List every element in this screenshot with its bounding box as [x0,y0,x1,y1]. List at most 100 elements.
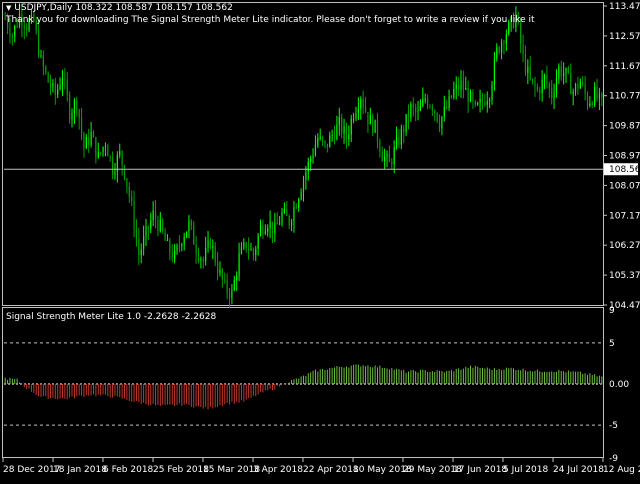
candle-body [47,72,49,83]
candle-body [355,112,357,119]
candle-body [78,109,80,118]
candle-body [150,220,152,229]
candle-body [290,221,293,226]
candle-body [245,242,247,249]
candle-body [128,186,130,197]
candle-body [331,134,333,136]
candle-body [469,92,472,102]
indicator-axis-label: 0.00 [609,380,629,390]
candle-body [317,138,319,146]
candle-body [522,43,524,54]
candle-body [143,236,145,250]
candle-body [345,126,348,140]
candle-body [598,93,601,99]
candle-body [541,79,543,94]
candle-body [209,240,212,248]
candle-body [601,93,603,98]
candle-body [479,99,481,104]
candle-body [169,240,171,253]
candle-body [307,161,309,172]
candle-body [271,221,274,234]
candle-body [324,140,326,144]
candle-body [405,113,407,133]
candle-body [288,215,290,226]
candle-body [426,98,429,107]
candle-body [529,66,531,79]
candle-body [83,133,85,149]
candle-body [145,226,147,237]
time-axis-label: 25 Feb 2018 [153,465,209,475]
time-axis-label: 6 Feb 2018 [103,465,154,475]
candle-body [372,115,374,133]
candle-body [438,121,441,129]
candle-body [147,226,149,229]
candle-body [403,128,405,133]
candle-body [474,101,476,105]
candle-body [205,247,207,262]
candle-body [367,112,369,125]
candle-body [185,231,188,238]
candle-body [393,147,395,165]
candle-body [496,47,498,59]
candle-body [276,222,278,225]
candle-body [59,85,61,90]
chart-window[interactable]: 113.475 112.575 111.675 110.775 109.875 108.9… [0,0,640,480]
candle-body [462,80,464,90]
candle-body [395,136,398,148]
candle-body [341,117,343,134]
candle-body [520,22,522,44]
candle-body [162,219,164,232]
candle-body [54,82,56,95]
candle-body [188,220,190,232]
candle-body [95,136,97,158]
candle-body [298,199,300,209]
candle-body [190,220,192,226]
candle-body [591,103,593,105]
candle-body [135,229,138,239]
candle-body [391,161,393,165]
candle-body [321,136,324,141]
candle-body [243,242,245,248]
candle-body [154,210,157,220]
candle-body [140,249,142,256]
candle-body [417,110,419,112]
price-axis-label: 111.675 [609,62,640,72]
candle-body [274,222,276,234]
indicator-axis-label: -5 [609,421,618,431]
candle-body [551,88,553,99]
candle-body [107,145,109,157]
candle-body [594,87,596,105]
candle-body [527,66,529,73]
candle-body [586,94,589,106]
price-axis-label: 109.875 [609,122,640,132]
candle-body [489,99,491,101]
candle-body [446,106,448,109]
time-axis-label: 28 Dec 2017 [3,465,61,475]
candle-body [477,103,479,105]
candle-body [458,84,460,90]
dropdown-arrow-icon[interactable]: ▼ [6,4,11,12]
candle-body [61,78,64,86]
candle-body [123,165,126,179]
candle-body [23,25,25,29]
candle-body [85,137,87,149]
candle-body [338,117,340,125]
candle-body [467,88,469,102]
chart-canvas[interactable]: 113.475 112.575 111.675 110.775 109.875 108.9… [0,0,640,480]
candle-body [319,136,321,139]
candle-body [582,81,584,84]
candle-body [374,119,376,133]
candle-body [90,132,92,145]
candle-body [119,151,121,156]
candle-body [305,171,307,180]
candle-body [133,201,135,230]
candle-body [524,53,527,73]
candle-body [11,36,13,38]
candle-body [171,252,173,259]
candle-body [226,279,228,293]
candle-body [224,279,226,281]
candle-body [283,209,286,213]
candle-body [183,237,185,245]
candle-body [465,88,467,90]
candle-body [73,100,76,113]
